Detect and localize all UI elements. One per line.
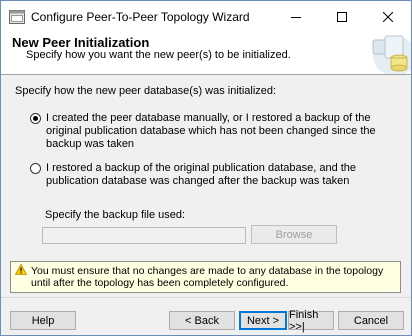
page-title: New Peer Initialization bbox=[12, 35, 150, 50]
minimize-icon bbox=[291, 16, 301, 18]
wizard-app-icon bbox=[9, 10, 25, 24]
button-bar: Help < Back Next > Finish >>| Cancel bbox=[1, 297, 411, 335]
close-button[interactable] bbox=[365, 1, 411, 32]
radio-selected-dot bbox=[33, 116, 38, 121]
wizard-window: Configure Peer-To-Peer Topology Wizard N… bbox=[0, 0, 412, 336]
close-icon bbox=[383, 11, 393, 22]
finish-button[interactable]: Finish >>| bbox=[288, 309, 334, 333]
warning-box: You must ensure that no changes are made… bbox=[10, 261, 401, 293]
init-prompt: Specify how the new peer database(s) was… bbox=[15, 85, 277, 97]
cancel-button[interactable]: Cancel bbox=[338, 311, 404, 330]
warning-icon bbox=[15, 264, 27, 275]
next-button[interactable]: Next > bbox=[239, 311, 287, 330]
radio-manual-backup[interactable] bbox=[30, 113, 41, 124]
maximize-icon bbox=[337, 11, 347, 22]
title-bar: Configure Peer-To-Peer Topology Wizard bbox=[1, 1, 411, 32]
wizard-header: New Peer Initialization Specify how you … bbox=[1, 32, 411, 75]
wizard-content: Specify how the new peer database(s) was… bbox=[1, 75, 411, 297]
warning-text: You must ensure that no changes are made… bbox=[31, 265, 384, 289]
minimize-button[interactable] bbox=[273, 1, 319, 32]
browse-button[interactable]: Browse bbox=[251, 225, 337, 244]
option-changed-backup-label[interactable]: I restored a backup of the original publ… bbox=[46, 162, 406, 188]
option-manual-backup-label[interactable]: I created the peer database manually, or… bbox=[46, 112, 406, 151]
backup-file-input[interactable] bbox=[42, 227, 246, 244]
backup-file-label: Specify the backup file used: bbox=[45, 209, 186, 221]
window-title: Configure Peer-To-Peer Topology Wizard bbox=[31, 10, 250, 24]
back-button[interactable]: < Back bbox=[169, 311, 235, 330]
radio-changed-backup[interactable] bbox=[30, 163, 41, 174]
wizard-banner-icon bbox=[372, 35, 411, 74]
page-subtitle: Specify how you want the new peer(s) to … bbox=[26, 49, 291, 61]
help-button[interactable]: Help bbox=[10, 311, 76, 330]
maximize-button[interactable] bbox=[319, 1, 365, 32]
